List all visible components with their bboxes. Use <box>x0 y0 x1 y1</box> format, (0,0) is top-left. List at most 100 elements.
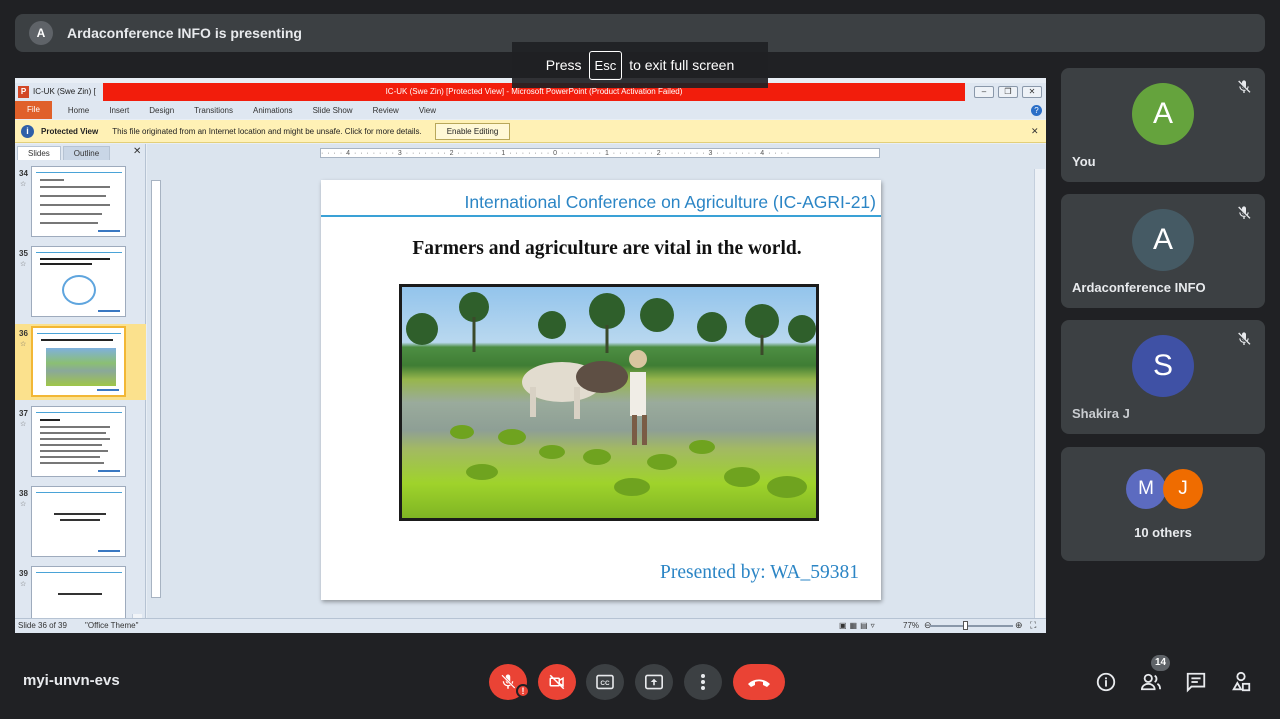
slide-number: 37 <box>19 409 28 418</box>
tab-design[interactable]: Design <box>139 106 184 115</box>
protected-view-message[interactable]: This file originated from an Internet lo… <box>112 127 422 136</box>
tab-insert[interactable]: Insert <box>99 106 139 115</box>
people-button[interactable] <box>1139 670 1163 694</box>
slide-header: International Conference on Agriculture … <box>321 188 881 217</box>
avatar: J <box>1163 469 1203 509</box>
slide-thumbnail-37[interactable]: 37 ☆ <box>15 404 146 480</box>
slide-number: 38 <box>19 489 28 498</box>
activities-icon <box>1232 671 1251 692</box>
avatar: M <box>1126 469 1166 509</box>
avatar: A <box>1132 209 1194 271</box>
tab-transitions[interactable]: Transitions <box>184 106 243 115</box>
chat-button[interactable] <box>1184 670 1208 694</box>
esc-key: Esc <box>588 50 623 80</box>
close-window-icon[interactable]: ✕ <box>1022 86 1042 98</box>
slide-thumbnail-35[interactable]: 35 ☆ <box>15 244 146 320</box>
slide-thumbnail-34[interactable]: 34 ☆ <box>15 164 146 240</box>
thumbnail-preview <box>31 246 126 317</box>
enable-editing-button[interactable]: Enable Editing <box>434 122 511 140</box>
view-buttons-icon[interactable]: ▣▦▤▿ <box>839 621 878 630</box>
toast-suffix: to exit full screen <box>629 57 735 73</box>
tab-view[interactable]: View <box>409 106 446 115</box>
present-button[interactable] <box>635 664 673 700</box>
meeting-code: myi-unvn-evs <box>23 672 120 689</box>
meeting-details-button[interactable] <box>1094 670 1118 694</box>
current-slide[interactable]: International Conference on Agriculture … <box>321 180 881 600</box>
muted-mic-icon <box>1237 206 1251 220</box>
participant-tile-ardaconference[interactable]: A Ardaconference INFO <box>1061 194 1265 308</box>
muted-mic-icon <box>1237 80 1251 94</box>
minimize-icon[interactable]: – <box>974 86 994 98</box>
zoom-slider[interactable] <box>930 625 1013 627</box>
info-icon <box>1096 672 1116 692</box>
avatar: A <box>1132 83 1194 145</box>
zoom-slider-thumb[interactable] <box>963 621 968 630</box>
powerpoint-logo-icon: P <box>18 86 29 98</box>
tab-review[interactable]: Review <box>363 106 409 115</box>
presenting-label: Ardaconference INFO is presenting <box>67 25 302 41</box>
slide-number: 39 <box>19 569 28 578</box>
tab-file[interactable]: File <box>15 101 52 119</box>
animation-star-icon: ☆ <box>20 341 27 348</box>
participant-name: You <box>1072 154 1096 169</box>
slide-thumbnail-36[interactable]: 36 ☆ <box>15 324 146 400</box>
mic-off-icon <box>501 674 516 689</box>
muted-mic-icon <box>1237 332 1251 346</box>
others-count: 10 others <box>1134 525 1192 540</box>
panel-tabs: Slides Outline <box>15 144 145 160</box>
participant-tile-shakira[interactable]: S Shakira J <box>1061 320 1265 434</box>
presenter-credit: Presented by: WA_59381 <box>660 562 859 583</box>
camera-off-icon <box>549 674 565 690</box>
slide-thumbnail-38[interactable]: 38 ☆ <box>15 484 146 560</box>
tab-slides[interactable]: Slides <box>17 146 61 160</box>
animation-star-icon: ☆ <box>20 501 27 508</box>
svg-text:CC: CC <box>600 680 610 687</box>
hang-up-icon <box>748 679 770 687</box>
tab-animations[interactable]: Animations <box>243 106 303 115</box>
conference-title: International Conference on Agriculture … <box>464 192 876 212</box>
participant-name: Shakira J <box>1072 406 1130 421</box>
activities-button[interactable] <box>1229 670 1253 694</box>
restore-icon[interactable]: ❐ <box>998 86 1018 98</box>
animation-star-icon: ☆ <box>20 181 27 188</box>
camera-button[interactable] <box>538 664 576 700</box>
slides-panel: Slides Outline ✕ 34 ☆ 35 ☆ 36 ☆ 37 ☆ 38 … <box>15 144 146 633</box>
more-vert-icon <box>701 674 705 690</box>
participant-tile-others[interactable]: M J 10 others <box>1061 447 1265 561</box>
tab-outline[interactable]: Outline <box>62 146 111 160</box>
zoom-level[interactable]: 77% <box>903 621 919 630</box>
more-options-button[interactable] <box>684 664 722 700</box>
leave-call-button[interactable] <box>733 664 785 700</box>
slide-number: 35 <box>19 249 28 258</box>
participant-tile-you[interactable]: A You <box>1061 68 1265 182</box>
fit-window-icon[interactable]: ⛶ <box>1030 620 1036 631</box>
close-panel-icon[interactable]: ✕ <box>133 146 141 157</box>
tab-slide-show[interactable]: Slide Show <box>303 106 363 115</box>
ribbon-tabs: File Home Insert Design Transitions Anim… <box>15 101 1046 119</box>
theme-name[interactable]: "Office Theme" <box>85 621 138 630</box>
horizontal-ruler: · · · · 4 · · · · · · · 3 · · · · · · · … <box>320 148 880 158</box>
avatar: S <box>1132 335 1194 397</box>
slide-number: 36 <box>19 329 28 338</box>
chat-icon <box>1186 672 1206 693</box>
help-icon[interactable]: ? <box>1031 105 1042 116</box>
slide-scrollbar[interactable] <box>1034 169 1045 618</box>
tab-home[interactable]: Home <box>58 106 99 115</box>
slide-counter: Slide 36 of 39 <box>18 621 67 630</box>
shared-screen: IC-UK (Swe Zin) [ P IC-UK (Swe Zin) [Pro… <box>15 78 1046 633</box>
mic-alert-badge: ! <box>516 684 530 698</box>
presenter-avatar: A <box>29 21 53 45</box>
protected-view-label: Protected View <box>41 126 99 136</box>
thumbnail-preview <box>31 406 126 477</box>
farmers-photo <box>399 284 819 521</box>
captions-icon: CC <box>596 674 614 690</box>
captions-button[interactable]: CC <box>586 664 624 700</box>
zoom-in-icon[interactable]: ⊕ <box>1015 620 1023 631</box>
animation-star-icon: ☆ <box>20 261 27 268</box>
close-bar-icon[interactable]: ✕ <box>1031 126 1039 137</box>
slide-number: 34 <box>19 169 28 178</box>
toast-prefix: Press <box>545 57 582 73</box>
animation-star-icon: ☆ <box>20 581 27 588</box>
protected-view-bar: i Protected View This file originated fr… <box>15 120 1046 143</box>
people-icon <box>1140 673 1161 691</box>
